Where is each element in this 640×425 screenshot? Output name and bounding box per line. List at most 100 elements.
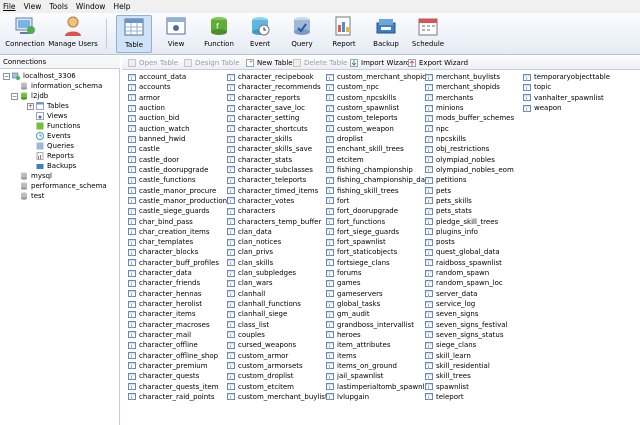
event-button[interactable]: Event [242,15,278,53]
table-item[interactable]: character_reports [227,93,331,103]
expander-toggle[interactable]: − [3,73,10,80]
table-item[interactable]: obj_restrictions [425,144,514,154]
table-item[interactable]: merchant_shopids [425,82,514,92]
table-item[interactable]: temporaryobjecttable [523,72,610,82]
table-item[interactable]: character_recommends [227,82,331,92]
table-item[interactable]: castle_doorupgrade [128,165,227,175]
table-item[interactable]: fort_staticobjects [326,247,433,257]
table-item[interactable]: vanhalter_spawnlist [523,93,610,103]
open-table-button[interactable]: Open Table [128,58,178,68]
table-item[interactable]: clanhall_functions [227,299,331,309]
table-item[interactable]: server_data [425,289,514,299]
table-item[interactable]: clan_privs [227,247,331,257]
table-item[interactable]: service_log [425,299,514,309]
table-item[interactable]: fortsiege_clans [326,258,433,268]
table-item[interactable]: character_quests_item [128,381,227,391]
table-item[interactable]: account_data [128,72,227,82]
table-item[interactable]: character_data [128,268,227,278]
table-button[interactable]: Table [116,15,152,53]
table-item[interactable]: char_templates [128,237,227,247]
tree-tables[interactable]: Tables [36,101,69,111]
table-item[interactable]: custom_armor [227,350,331,360]
table-item[interactable]: fort_functions [326,216,433,226]
table-item[interactable]: pets_skills [425,196,514,206]
table-item[interactable]: item_attributes [326,340,433,350]
table-item[interactable]: character_teleports [227,175,331,185]
table-item[interactable]: clan_data [227,227,331,237]
table-item[interactable]: clan_skills [227,258,331,268]
table-item[interactable]: fort [326,196,433,206]
table-item[interactable]: custom_etcitem [227,381,331,391]
table-item[interactable]: enchant_skill_trees [326,144,433,154]
table-item[interactable]: custom_npc [326,82,433,92]
tree-queries[interactable]: Queries [36,141,74,151]
table-item[interactable]: items [326,350,433,360]
table-item[interactable]: character_offline_shop [128,350,227,360]
table-item[interactable]: olympiad_nobles_eom [425,165,514,175]
tree-connection[interactable]: localhost_3306 [12,71,76,81]
table-item[interactable]: seven_signs [425,309,514,319]
design-table-button[interactable]: Design Table [184,58,240,68]
table-item[interactable]: castle_manor_production [128,196,227,206]
table-item[interactable]: skill_learn [425,350,514,360]
table-item[interactable]: topic [523,82,610,92]
schedule-button[interactable]: Schedule [408,15,448,53]
table-item[interactable]: plugins_info [425,227,514,237]
table-item[interactable]: posts [425,237,514,247]
table-item[interactable]: gm_audit [326,309,433,319]
table-item[interactable]: character_raid_points [128,392,227,402]
table-item[interactable]: character_mail [128,330,227,340]
tree-db-mysql[interactable]: mysql [20,171,52,181]
delete-table-button[interactable]: Delete Table [293,58,347,68]
table-item[interactable]: custom_weapon [326,124,433,134]
table-item[interactable]: seven_signs_festival [425,320,514,330]
tree-views[interactable]: Views [36,111,67,121]
table-item[interactable]: raidboss_spawnlist [425,258,514,268]
expander-toggle[interactable]: − [11,93,18,100]
table-item[interactable]: characters [227,206,331,216]
table-item[interactable]: castle_functions [128,175,227,185]
menu-view[interactable]: View [24,2,42,11]
table-item[interactable]: global_tasks [326,299,433,309]
table-item[interactable]: fishing_championship [326,165,433,175]
table-item[interactable]: pets_stats [425,206,514,216]
table-item[interactable]: character_buff_profiles [128,258,227,268]
tree-reports[interactable]: Reports [36,151,74,161]
expander-toggle[interactable]: + [27,103,34,110]
table-item[interactable]: gameservers [326,289,433,299]
table-item[interactable]: auction_watch [128,124,227,134]
table-item[interactable]: character_hennas [128,289,227,299]
table-item[interactable]: clan_notices [227,237,331,247]
table-item[interactable]: character_timed_items [227,185,331,195]
table-item[interactable]: fort_spawnlist [326,237,433,247]
export-wizard-button[interactable]: Export Wizard [408,58,468,68]
table-item[interactable]: castle_manor_procure [128,185,227,195]
tree-db-l2jdb[interactable]: l2jdb [20,91,48,101]
table-item[interactable]: castle_siege_guards [128,206,227,216]
table-item[interactable]: skill_residential [425,361,514,371]
table-item[interactable]: custom_merchant_buylists [227,392,331,402]
table-item[interactable]: weapon [523,103,610,113]
function-button[interactable]: f Function [200,15,238,53]
table-item[interactable]: cursed_weapons [227,340,331,350]
table-item[interactable]: castle [128,144,227,154]
table-item[interactable]: random_spawn_loc [425,278,514,288]
table-item[interactable]: pledge_skill_trees [425,216,514,226]
menu-window[interactable]: Window [76,2,106,11]
table-item[interactable]: pets [425,185,514,195]
table-item[interactable]: char_bind_pass [128,216,227,226]
view-button[interactable]: View [158,15,194,53]
table-item[interactable]: clan_subpledges [227,268,331,278]
table-item[interactable]: couples [227,330,331,340]
table-item[interactable]: character_macroses [128,320,227,330]
table-item[interactable]: fort_siege_guards [326,227,433,237]
table-item[interactable]: jail_spawnlist [326,371,433,381]
table-item[interactable]: heroes [326,330,433,340]
table-item[interactable]: custom_teleports [326,113,433,123]
table-item[interactable]: grandboss_intervallist [326,320,433,330]
table-item[interactable]: etcitem [326,155,433,165]
table-item[interactable]: random_spawn [425,268,514,278]
table-item[interactable]: minions [425,103,514,113]
new-table-button[interactable]: New Table [246,58,293,68]
table-item[interactable]: skill_trees [425,371,514,381]
